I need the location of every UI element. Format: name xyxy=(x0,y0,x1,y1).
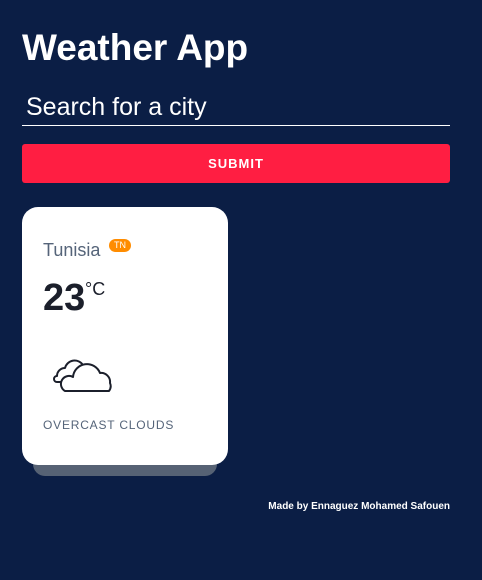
footer-credit: Made by Ennaguez Mohamed Safouen xyxy=(268,501,450,512)
weather-description: OVERCAST CLOUDS xyxy=(43,418,175,432)
app-title: Weather App xyxy=(22,27,249,68)
weather-card: Tunisia TN 23 °C OVERCAST CLOUDS xyxy=(22,207,228,465)
city-search-input[interactable] xyxy=(22,90,450,126)
country-badge: TN xyxy=(109,239,131,252)
temperature-value: 23 xyxy=(43,277,86,319)
cloud-icon xyxy=(53,359,112,392)
temperature-unit: °C xyxy=(85,279,106,299)
city-name: Tunisia xyxy=(43,240,101,260)
submit-button[interactable]: SUBMIT xyxy=(22,144,450,183)
